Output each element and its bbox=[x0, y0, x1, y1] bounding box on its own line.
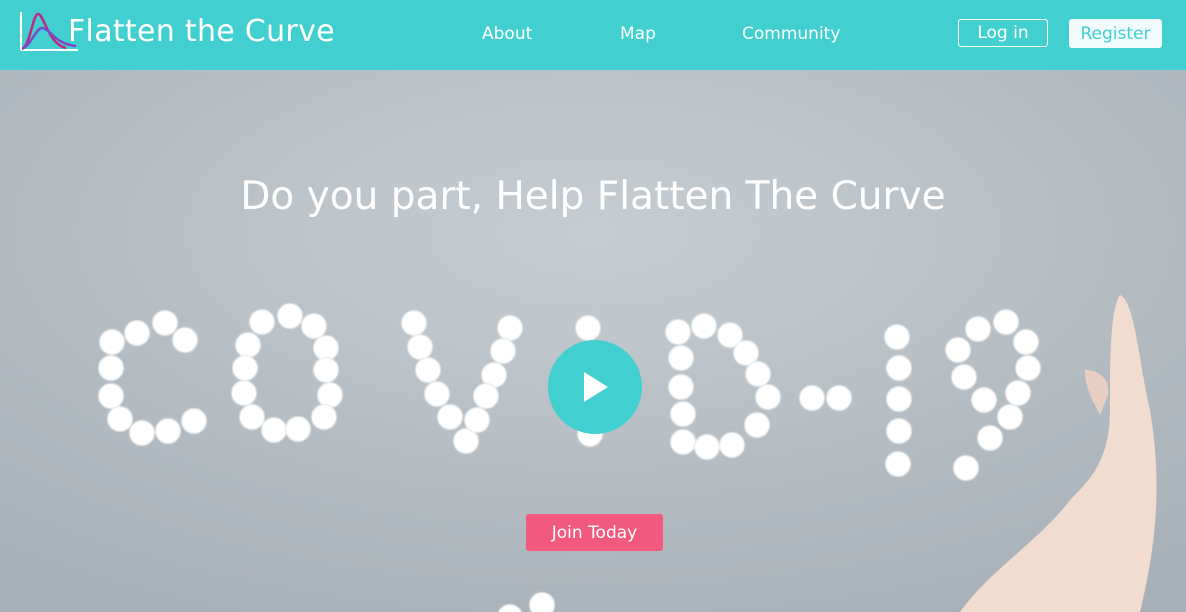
pill-decoration bbox=[317, 382, 343, 408]
play-video-button[interactable] bbox=[548, 340, 642, 434]
pill-decoration bbox=[231, 380, 257, 406]
nav-link-map[interactable]: Map bbox=[620, 24, 656, 44]
pill-decoration bbox=[181, 408, 207, 434]
pill-decoration bbox=[886, 355, 912, 381]
join-today-button[interactable]: Join Today bbox=[526, 514, 663, 551]
pill-decoration bbox=[691, 313, 717, 339]
pill-decoration bbox=[971, 387, 997, 413]
pill-decoration bbox=[129, 420, 155, 446]
top-navbar: Flatten the Curve About Map Community Lo… bbox=[0, 0, 1186, 70]
pill-decoration bbox=[885, 451, 911, 477]
pill-decoration bbox=[665, 319, 691, 345]
pill-decoration bbox=[407, 334, 433, 360]
pill-decoration bbox=[415, 357, 441, 383]
pill-decoration bbox=[668, 345, 694, 371]
pill-decoration bbox=[490, 338, 516, 364]
pill-decoration bbox=[529, 592, 555, 612]
pill-decoration bbox=[424, 381, 450, 407]
pill-decoration bbox=[965, 316, 991, 342]
pill-decoration bbox=[755, 384, 781, 410]
pill-decoration bbox=[172, 327, 198, 353]
pill-decoration bbox=[993, 309, 1019, 335]
pill-decoration bbox=[719, 432, 745, 458]
pill-decoration bbox=[1013, 329, 1039, 355]
play-icon bbox=[584, 372, 608, 402]
pill-decoration bbox=[886, 418, 912, 444]
pill-decoration bbox=[249, 309, 275, 335]
brand[interactable]: Flatten the Curve bbox=[18, 10, 335, 56]
pill-decoration bbox=[1005, 380, 1031, 406]
pill-decoration bbox=[670, 429, 696, 455]
pill-decoration bbox=[977, 425, 1003, 451]
pill-decoration bbox=[98, 355, 124, 381]
pill-decoration bbox=[694, 434, 720, 460]
brand-name: Flatten the Curve bbox=[68, 14, 335, 49]
pill-decoration bbox=[152, 310, 178, 336]
pill-decoration bbox=[497, 315, 523, 341]
pill-decoration bbox=[884, 324, 910, 350]
pill-decoration bbox=[285, 416, 311, 442]
nav-link-about[interactable]: About bbox=[482, 24, 532, 44]
pill-decoration bbox=[401, 310, 427, 336]
hero-headline: Do you part, Help Flatten The Curve bbox=[240, 174, 946, 219]
pill-decoration bbox=[668, 374, 694, 400]
pill-decoration bbox=[313, 335, 339, 361]
pill-decoration bbox=[799, 385, 825, 411]
pill-decoration bbox=[945, 337, 971, 363]
register-button[interactable]: Register bbox=[1069, 19, 1162, 48]
pill-decoration bbox=[997, 404, 1023, 430]
pill-decoration bbox=[261, 417, 287, 443]
pill-decoration bbox=[232, 355, 258, 381]
pill-decoration bbox=[951, 364, 977, 390]
pill-decoration bbox=[311, 404, 337, 430]
login-button[interactable]: Log in bbox=[958, 19, 1048, 47]
pill-decoration bbox=[124, 320, 150, 346]
pill-decoration bbox=[473, 383, 499, 409]
pill-decoration bbox=[313, 357, 339, 383]
pill-decoration bbox=[301, 313, 327, 339]
pill-decoration bbox=[437, 404, 463, 430]
pill-decoration bbox=[886, 386, 912, 412]
pill-decoration bbox=[745, 361, 771, 387]
pill-decoration bbox=[277, 303, 303, 329]
pill-decoration bbox=[155, 418, 181, 444]
hero-section: Do you part, Help Flatten The Curve Join… bbox=[0, 70, 1186, 612]
pill-decoration bbox=[464, 407, 490, 433]
pill-decoration bbox=[670, 401, 696, 427]
pill-decoration bbox=[826, 385, 852, 411]
pill-decoration bbox=[744, 412, 770, 438]
pill-decoration bbox=[98, 383, 124, 409]
pill-decoration bbox=[239, 404, 265, 430]
pill-decoration bbox=[575, 315, 601, 341]
pill-decoration bbox=[99, 329, 125, 355]
nav-link-community[interactable]: Community bbox=[742, 24, 840, 44]
pill-decoration bbox=[235, 332, 261, 358]
pill-decoration bbox=[107, 406, 133, 432]
pill-decoration bbox=[1015, 355, 1041, 381]
pill-decoration bbox=[953, 455, 979, 481]
